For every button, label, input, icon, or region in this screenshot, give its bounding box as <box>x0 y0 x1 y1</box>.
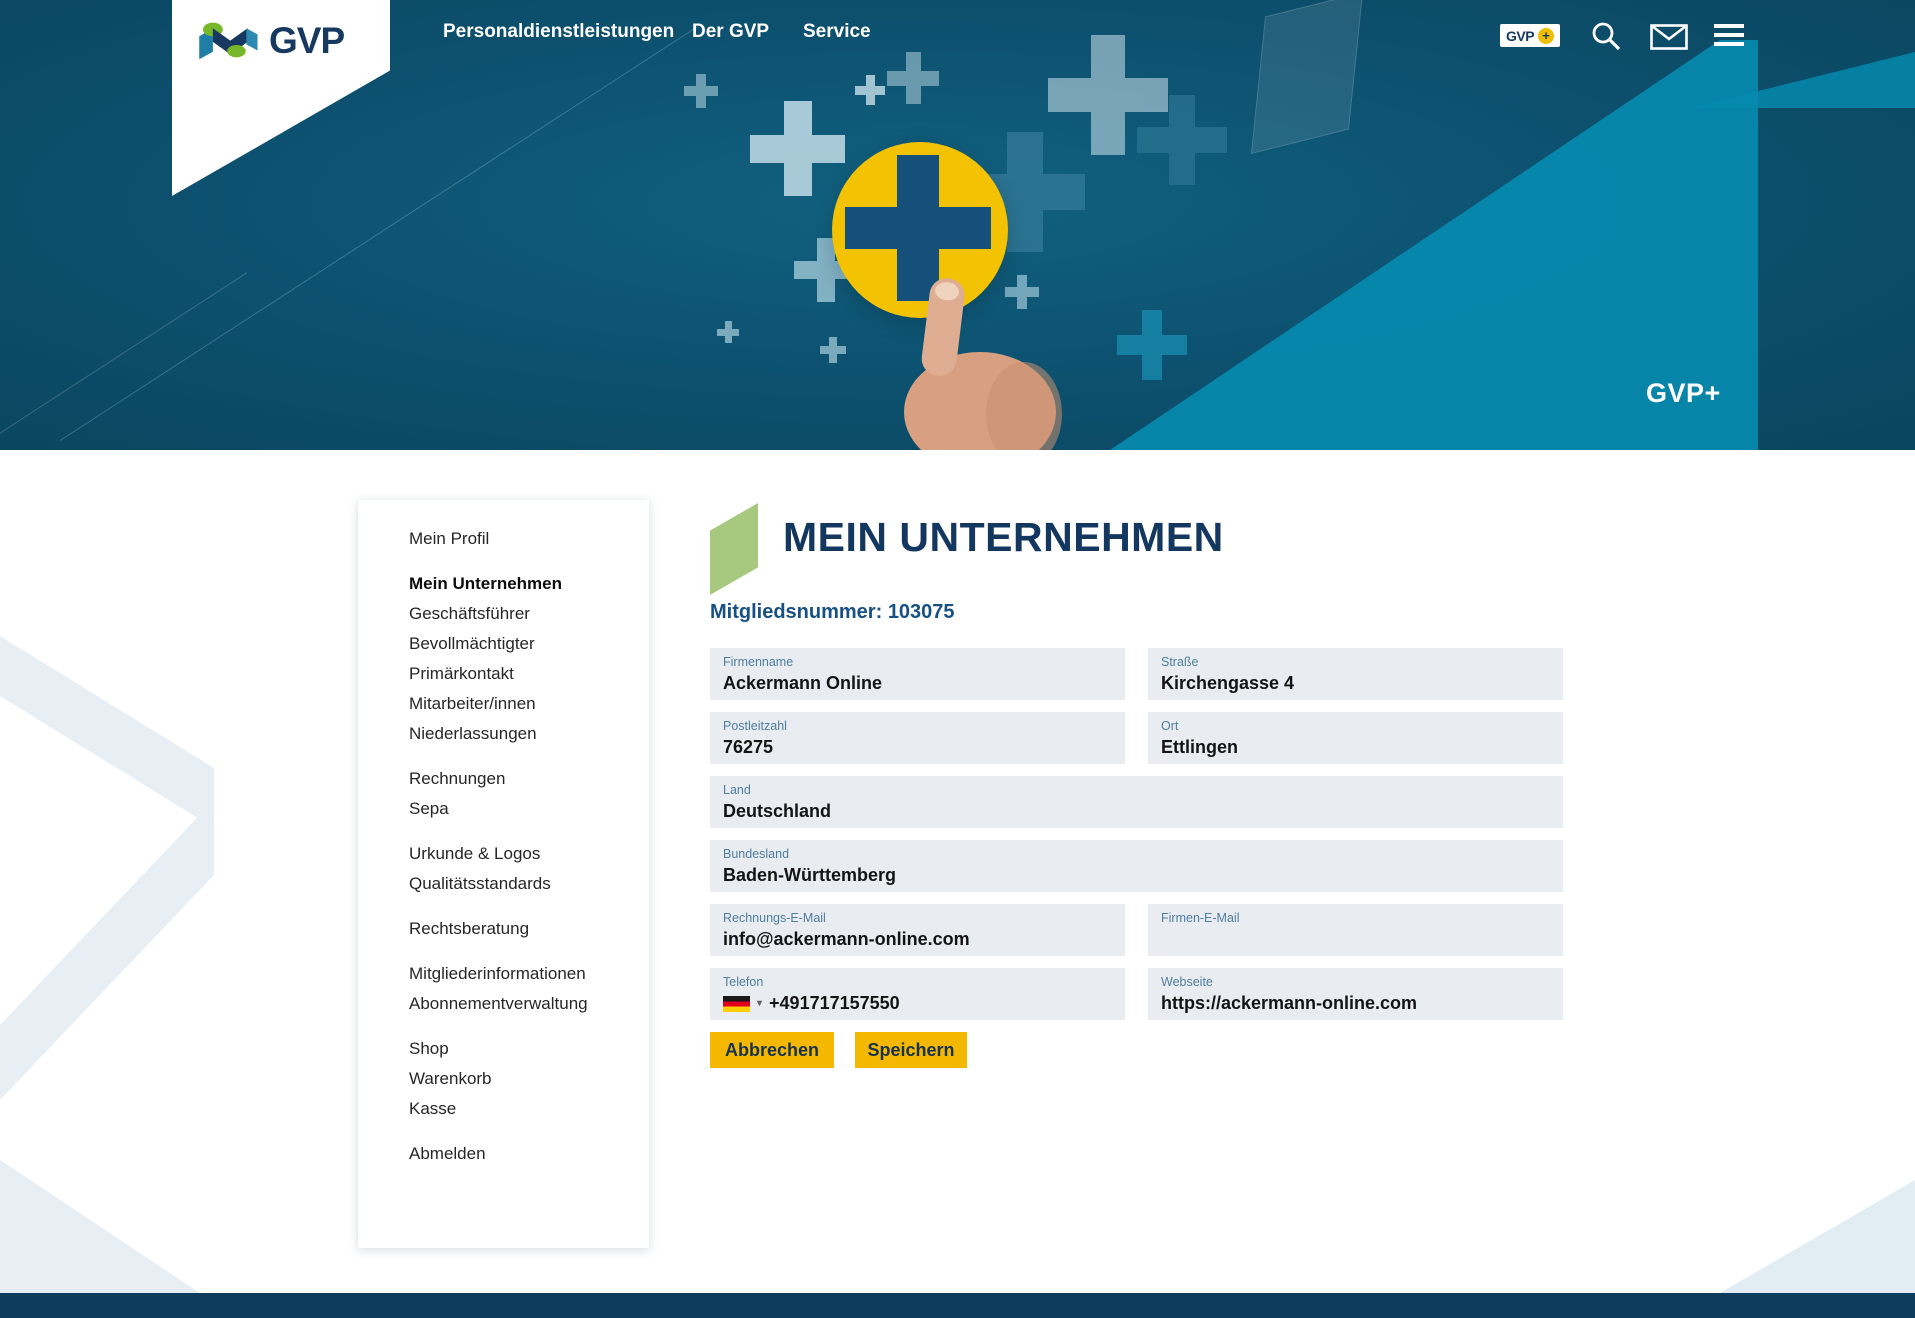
page: GVP+ GVP Personaldienstleistungen Der GV… <box>0 0 1915 1318</box>
membership-number: Mitgliedsnummer: 103075 <box>710 601 955 624</box>
sidebar-item-warenkorb[interactable]: Warenkorb <box>409 1064 631 1094</box>
membership-value: 103075 <box>888 601 955 623</box>
sidebar-item-rechtsberatung[interactable]: Rechtsberatung <box>409 914 631 944</box>
search-icon[interactable] <box>1590 20 1622 52</box>
logo-text: GVP <box>269 22 344 59</box>
plus-decor-icon <box>1137 95 1227 185</box>
firmen-email-field[interactable]: Firmen-E-Mail <box>1148 904 1563 956</box>
page-title: MEIN UNTERNEHMEN <box>783 514 1224 561</box>
page-decor-shape <box>0 1160 200 1293</box>
field-label: Firmen-E-Mail <box>1161 911 1550 925</box>
bundesland-field[interactable]: Bundesland Baden-Württemberg <box>710 840 1563 892</box>
nav-link-der-gvp[interactable]: Der GVP <box>692 21 769 43</box>
field-label: Firmenname <box>723 655 1112 669</box>
field-label: Bundesland <box>723 847 1550 861</box>
plus-decor-icon <box>717 321 739 343</box>
field-label: Webseite <box>1161 975 1550 989</box>
sidebar-item-mein-unternehmen[interactable]: Mein Unternehmen <box>409 569 631 599</box>
land-field[interactable]: Land Deutschland <box>710 776 1563 828</box>
page-decor-shape <box>1720 1180 1915 1293</box>
sidebar-item-urkunde-logos[interactable]: Urkunde & Logos <box>409 839 631 869</box>
gvp-plus-badge[interactable]: GVP + <box>1500 24 1560 47</box>
webseite-field[interactable]: Webseite https://ackermann-online.com <box>1148 968 1563 1020</box>
field-value: 76275 <box>723 737 1112 758</box>
sidebar-item-rechnungen[interactable]: Rechnungen <box>409 764 631 794</box>
strasse-field[interactable]: Straße Kirchengasse 4 <box>1148 648 1563 700</box>
field-label: Ort <box>1161 719 1550 733</box>
plus-decor-icon <box>1117 310 1187 380</box>
telefon-field[interactable]: Telefon ▾ +491717157550 <box>710 968 1125 1020</box>
field-label: Land <box>723 783 1550 797</box>
sidebar-item-mein-profil[interactable]: Mein Profil <box>409 524 631 554</box>
page-decor-shape <box>0 800 214 1100</box>
field-value: info@ackermann-online.com <box>723 929 1112 950</box>
sidebar-item-niederlassungen[interactable]: Niederlassungen <box>409 719 631 749</box>
footer-bar <box>0 1293 1915 1318</box>
sidebar-item-qualitaetsstandards[interactable]: Qualitätsstandards <box>409 869 631 899</box>
field-value: Deutschland <box>723 801 1550 822</box>
field-value: Ackermann Online <box>723 673 1112 694</box>
field-label: Rechnungs-E-Mail <box>723 911 1112 925</box>
hero-gvp-plus-label: GVP+ <box>1646 378 1721 409</box>
sidebar-item-sepa[interactable]: Sepa <box>409 794 631 824</box>
sidebar-item-abmelden[interactable]: Abmelden <box>409 1139 631 1169</box>
sidebar-item-abonnementverwaltung[interactable]: Abonnementverwaltung <box>409 989 631 1019</box>
germany-flag-icon[interactable] <box>723 996 750 1012</box>
sidebar-item-geschaeftsfuehrer[interactable]: Geschäftsführer <box>409 599 631 629</box>
sidebar-item-bevollmaechtigter[interactable]: Bevollmächtigter <box>409 629 631 659</box>
field-label: Straße <box>1161 655 1550 669</box>
nav-link-service[interactable]: Service <box>803 21 871 43</box>
nav-link-personaldienstleistungen[interactable]: Personaldienstleistungen <box>443 21 674 43</box>
plus-decor-icon <box>684 74 718 108</box>
sidebar-item-mitarbeiter[interactable]: Mitarbeiter/innen <box>409 689 631 719</box>
field-value: https://ackermann-online.com <box>1161 993 1550 1014</box>
plus-decor-icon <box>887 52 939 104</box>
badge-text: GVP <box>1506 28 1534 44</box>
sidebar-item-primaerkontakt[interactable]: Primärkontakt <box>409 659 631 689</box>
field-value: Kirchengasse 4 <box>1161 673 1550 694</box>
firmenname-field[interactable]: Firmenname Ackermann Online <box>710 648 1125 700</box>
hamburger-menu-icon[interactable] <box>1714 24 1744 46</box>
pointing-hand-image <box>880 272 1075 450</box>
mail-icon[interactable] <box>1650 24 1688 50</box>
title-leaf-icon <box>710 503 758 595</box>
sidebar-item-mitgliederinformationen[interactable]: Mitgliederinformationen <box>409 959 631 989</box>
hero-decor-cube <box>1251 0 1363 154</box>
hero-decor-line <box>60 26 698 441</box>
plus-decor-icon <box>820 337 846 363</box>
caret-down-icon[interactable]: ▾ <box>757 998 762 1009</box>
field-label: Postleitzahl <box>723 719 1112 733</box>
plus-decor-icon <box>750 101 845 196</box>
cancel-button[interactable]: Abbrechen <box>710 1032 834 1068</box>
sidebar-item-shop[interactable]: Shop <box>409 1034 631 1064</box>
rechnungs-email-field[interactable]: Rechnungs-E-Mail info@ackermann-online.c… <box>710 904 1125 956</box>
field-value: +491717157550 <box>769 993 900 1014</box>
gvp-logo-icon <box>198 20 260 60</box>
field-value: Ettlingen <box>1161 737 1550 758</box>
membership-label: Mitgliedsnummer: <box>710 601 882 623</box>
plus-decor-icon <box>855 75 885 105</box>
field-label: Telefon <box>723 975 1112 989</box>
save-button[interactable]: Speichern <box>855 1032 967 1068</box>
badge-plus-icon: + <box>1538 28 1554 44</box>
postleitzahl-field[interactable]: Postleitzahl 76275 <box>710 712 1125 764</box>
sidebar-item-kasse[interactable]: Kasse <box>409 1094 631 1124</box>
hero-decor-line <box>0 272 247 450</box>
ort-field[interactable]: Ort Ettlingen <box>1148 712 1563 764</box>
account-sidebar: Mein Profil Mein Unternehmen Geschäftsfü… <box>358 500 649 1248</box>
field-value: Baden-Württemberg <box>723 865 1550 886</box>
